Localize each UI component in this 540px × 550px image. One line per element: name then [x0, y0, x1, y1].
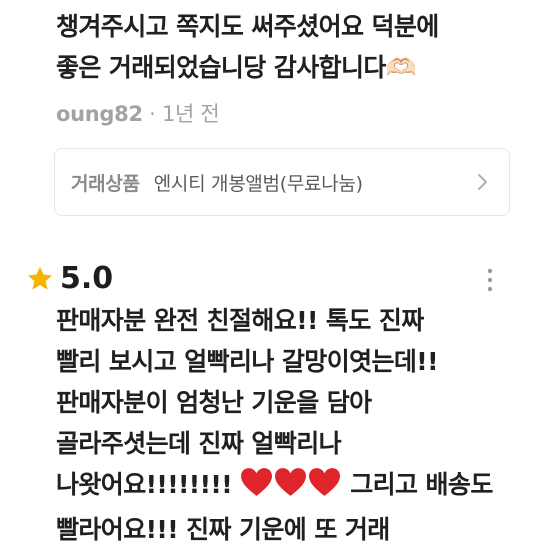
heart-emoji-icon — [275, 468, 307, 496]
review-2-line5-start: 나왓어요!!!!!!!! — [56, 470, 241, 499]
product-label: 거래상품 — [71, 172, 140, 195]
review-1-line: 좋은 거래되었습니당 감사합니다🫶🏻 — [56, 53, 417, 82]
heart-emojis — [240, 467, 342, 509]
star-icon — [27, 266, 53, 289]
chevron-right-icon — [478, 174, 487, 190]
heart-emoji-icon — [241, 468, 273, 496]
review-1-text: 챙겨주시고 쪽지도 써주셨어요 덕분에 좋은 거래되었습니당 감사합니다🫶🏻 — [56, 6, 439, 88]
review-2-line: 빨라어요!!! 진짜 기운에 또 거래 — [56, 515, 390, 544]
review-2-line: 판매자분이 엄청난 기운을 담아 — [56, 388, 372, 417]
review-2-line: 나왓어요!!!!!!!! 그리고 배송도 — [56, 464, 493, 509]
more-options-icon[interactable] — [478, 265, 502, 295]
review-1-line: 챙겨주시고 쪽지도 써주셨어요 덕분에 — [56, 12, 439, 41]
review-2-rating: 5.0 — [26, 261, 113, 296]
rating-score: 5.0 — [60, 261, 114, 296]
review-1-meta: oung82 · 1년 전 — [56, 98, 220, 128]
review-time: 1년 전 — [161, 102, 220, 126]
review-2-line: 골라주셧는데 진짜 얼빡리나 — [56, 429, 342, 458]
product-name: 엔시티 개봉앨범(무료나눔) — [153, 172, 363, 195]
review-2-line5-end: 그리고 배송도 — [342, 470, 493, 499]
reviewer-username[interactable]: oung82 — [56, 102, 143, 126]
review-2-text: 판매자분 완전 친절해요!! 톡도 진짜 빨리 보시고 얼빡리나 갈망이엿는데!… — [56, 300, 493, 550]
traded-product-card[interactable]: 거래상품 엔시티 개봉앨범(무료나눔) — [54, 148, 510, 216]
review-2-line: 빨리 보시고 얼빡리나 갈망이엿는데!! — [56, 347, 439, 376]
meta-separator: · — [142, 102, 162, 126]
review-2-line: 판매자분 완전 친절해요!! 톡도 진짜 — [56, 306, 424, 335]
heart-emoji-icon — [309, 468, 341, 496]
